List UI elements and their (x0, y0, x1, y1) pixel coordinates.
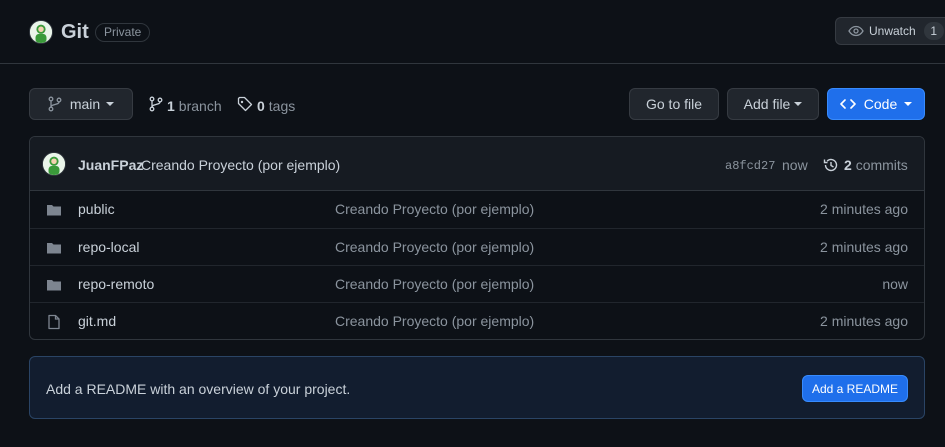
code-icon (839, 96, 856, 112)
file-name[interactable]: public (78, 201, 115, 217)
commits-link[interactable]: 2 commits (844, 157, 908, 173)
visibility-badge: Private (95, 23, 151, 42)
tag-count: 0 (257, 97, 265, 114)
file-name[interactable]: repo-remoto (78, 276, 154, 292)
go-to-file-button[interactable]: Go to file (629, 88, 719, 120)
file-commit-message[interactable]: Creando Proyecto (por ejemplo) (335, 313, 534, 329)
folder-icon (46, 202, 62, 218)
branch-select-button[interactable]: main (29, 88, 133, 120)
chevron-down-icon (904, 102, 913, 106)
chevron-down-icon (106, 102, 115, 106)
file-age: 2 minutes ago (820, 239, 908, 255)
branch-name: main (69, 96, 101, 112)
author-avatar[interactable] (42, 152, 66, 176)
git-branch-icon (149, 96, 163, 115)
file-row[interactable]: public Creando Proyecto (por ejemplo) 2 … (30, 191, 924, 228)
readme-prompt: Add a README with an overview of your pr… (29, 356, 925, 419)
repo-name[interactable]: Git (61, 21, 89, 44)
file-commit-message[interactable]: Creando Proyecto (por ejemplo) (335, 201, 534, 217)
file-name[interactable]: git.md (78, 313, 116, 329)
code-label: Code (863, 96, 898, 112)
file-commit-message[interactable]: Creando Proyecto (por ejemplo) (335, 276, 534, 292)
go-to-file-label: Go to file (645, 96, 703, 112)
branches-link[interactable]: 1 branch (149, 96, 222, 115)
repo-header: Git Private Unwatch 1 (0, 0, 945, 64)
add-file-button[interactable]: Add file (727, 88, 819, 120)
file-row[interactable]: git.md Creando Proyecto (por ejemplo) 2 … (30, 302, 924, 339)
unwatch-label: Unwatch (869, 24, 916, 38)
file-age: 2 minutes ago (820, 313, 908, 329)
code-button[interactable]: Code (827, 88, 925, 120)
commit-time: now (782, 157, 808, 173)
owner-avatar[interactable] (29, 20, 53, 44)
commit-message[interactable]: Creando Proyecto (por ejemplo) (141, 157, 340, 173)
file-list: JuanFPaz Creando Proyecto (por ejemplo) … (29, 136, 925, 340)
commit-sha[interactable]: a8fcd27 (725, 159, 775, 173)
git-branch-icon (48, 96, 62, 112)
branch-word: branch (178, 97, 222, 114)
watch-count: 1 (923, 22, 944, 40)
branch-count: 1 (167, 97, 175, 114)
chevron-down-icon (794, 102, 803, 106)
file-name[interactable]: repo-local (78, 239, 139, 255)
file-age: 2 minutes ago (820, 201, 908, 217)
commit-author[interactable]: JuanFPaz (78, 157, 143, 173)
tag-word: tags (268, 97, 296, 114)
readme-prompt-text: Add a README with an overview of your pr… (46, 381, 351, 397)
file-row[interactable]: repo-local Creando Proyecto (por ejemplo… (30, 228, 924, 265)
tag-icon (237, 96, 253, 115)
commits-word: commits (855, 157, 908, 173)
file-icon (46, 314, 62, 330)
file-age: now (882, 276, 908, 292)
eye-icon (848, 23, 864, 39)
history-icon (823, 157, 839, 176)
unwatch-button[interactable]: Unwatch 1 (835, 17, 945, 45)
commits-count: 2 (844, 157, 852, 173)
file-commit-message[interactable]: Creando Proyecto (por ejemplo) (335, 239, 534, 255)
latest-commit-bar: JuanFPaz Creando Proyecto (por ejemplo) … (30, 137, 924, 191)
folder-icon (46, 277, 62, 293)
add-file-label: Add file (743, 96, 791, 112)
add-readme-button[interactable]: Add a README (802, 375, 908, 402)
file-row[interactable]: repo-remoto Creando Proyecto (por ejempl… (30, 265, 924, 302)
tags-link[interactable]: 0 tags (237, 96, 295, 115)
folder-icon (46, 240, 62, 256)
